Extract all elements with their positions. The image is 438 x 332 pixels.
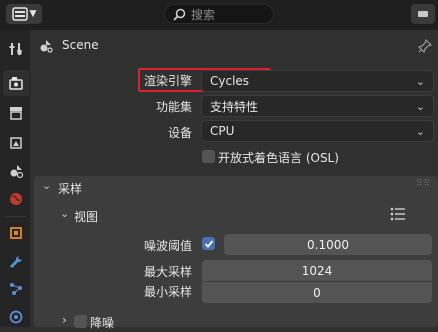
- tab-scene[interactable]: [3, 158, 29, 184]
- search-icon: [173, 8, 186, 21]
- tab-render[interactable]: [3, 70, 29, 96]
- drag-handle-icon[interactable]: ⠿⠿: [416, 179, 431, 189]
- denoise-subpanel-header[interactable]: › 降噪: [56, 312, 436, 332]
- noise-threshold-field[interactable]: 0.1000: [224, 234, 432, 255]
- checkmark-icon: [204, 239, 213, 248]
- options-icon: [418, 11, 428, 17]
- scene-name: Scene: [62, 38, 99, 52]
- feature-set-dropdown[interactable]: 支持特性 ⌄: [201, 95, 434, 117]
- search-placeholder: 搜索: [191, 7, 216, 22]
- noise-threshold-checkbox[interactable]: [202, 237, 215, 250]
- render-engine-value: Cycles: [210, 74, 250, 88]
- denoise-checkbox[interactable]: [74, 315, 87, 328]
- viewport-title: 视图: [74, 210, 99, 224]
- render-engine-dropdown[interactable]: Cycles ⌄: [201, 70, 434, 92]
- particles-icon: [10, 283, 22, 295]
- max-samples-field[interactable]: 1024: [202, 260, 432, 281]
- sampling-title: 采样: [58, 182, 83, 196]
- device-value: CPU: [210, 124, 235, 138]
- min-samples-field[interactable]: 0: [202, 282, 432, 303]
- render-engine-label: 渲染引擎: [143, 74, 192, 88]
- chevron-down-icon: ⌄: [415, 99, 425, 113]
- properties-header: ▼ 搜索: [0, 0, 438, 30]
- output-icon: [10, 107, 22, 120]
- tab-particles[interactable]: [3, 276, 29, 302]
- view-layer-icon: [10, 137, 22, 149]
- viewport-subpanel-header[interactable]: ⌄ 视图: [56, 204, 436, 226]
- editor-type-button[interactable]: ▼: [6, 4, 42, 24]
- denoise-title: 降噪: [90, 316, 115, 330]
- chevron-right-icon: ›: [62, 313, 67, 327]
- feature-set-value: 支持特性: [210, 99, 259, 114]
- feature-set-label: 功能集: [155, 100, 192, 114]
- tab-tool[interactable]: [3, 36, 29, 62]
- physics-icon: [9, 310, 23, 324]
- wrench-icon: [10, 256, 22, 268]
- sampling-panel-header[interactable]: ⌄ 采样 ⠿⠿: [34, 176, 438, 198]
- pin-icon[interactable]: [418, 39, 432, 53]
- chevron-down-icon: ⌄: [60, 207, 70, 220]
- min-samples-label: 最小采样: [143, 285, 192, 299]
- noise-threshold-value: 0.1000: [307, 237, 349, 252]
- properties-tabs-sidebar: [0, 30, 30, 327]
- properties-editor-icon: [11, 7, 28, 21]
- max-samples-label: 最大采样: [143, 265, 192, 279]
- list-presets-icon[interactable]: [390, 207, 406, 221]
- tool-icon: [9, 43, 22, 55]
- object-icon: [10, 227, 22, 239]
- tab-modifiers[interactable]: [3, 249, 29, 275]
- tabs-divider: [6, 216, 26, 217]
- max-samples-value: 1024: [301, 263, 333, 278]
- chevron-down-icon: ⌄: [42, 179, 52, 192]
- scene-icon: [10, 165, 24, 179]
- noise-threshold-label: 噪波阈值: [143, 239, 192, 253]
- properties-main: Scene 渲染引擎 Cycles ⌄ 功能集 支持特性 ⌄ 设备 CPU ⌄ …: [30, 30, 438, 330]
- scene-context-icon: [40, 40, 53, 53]
- device-label: 设备: [167, 126, 192, 140]
- osl-label: 开放式着色语言 (OSL): [218, 151, 339, 165]
- tab-object[interactable]: [3, 220, 29, 246]
- tab-physics[interactable]: [3, 304, 29, 330]
- min-samples-value: 0: [313, 285, 321, 300]
- world-icon: [10, 193, 22, 205]
- tab-output[interactable]: [3, 100, 29, 126]
- device-dropdown[interactable]: CPU ⌄: [201, 120, 434, 142]
- chevron-down-icon: ⌄: [415, 124, 425, 138]
- tab-view-layer[interactable]: [3, 129, 29, 155]
- search-field[interactable]: 搜索: [164, 4, 274, 24]
- chevron-down-icon: ▼: [29, 9, 37, 19]
- osl-checkbox[interactable]: [202, 150, 215, 163]
- tab-world[interactable]: [3, 186, 29, 212]
- options-button[interactable]: [411, 4, 435, 24]
- render-icon: [9, 77, 23, 90]
- chevron-down-icon: ⌄: [415, 74, 425, 88]
